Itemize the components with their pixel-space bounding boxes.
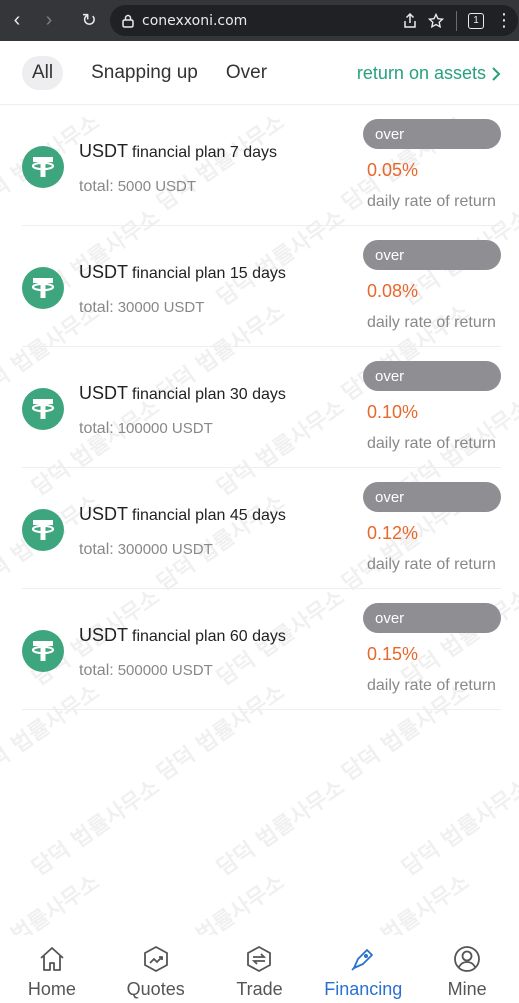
nav-quotes[interactable]: Quotes <box>104 935 208 1003</box>
plan-total-label: total: <box>79 299 114 316</box>
plan-title: USDT financial plan 45 days <box>79 504 286 525</box>
plan-title: USDT financial plan 60 days <box>79 625 286 646</box>
plan-rate-label: daily rate of return <box>367 556 496 573</box>
nav-trade-label: Trade <box>236 979 283 999</box>
plan-rate: 0.12% <box>367 523 419 543</box>
back-icon[interactable]: ‹ <box>0 0 34 41</box>
financing-icon <box>347 943 379 975</box>
nav-mine-label: Mine <box>447 979 487 999</box>
quotes-icon <box>140 943 172 975</box>
watermark-text: 담덕 법률사무소 <box>0 869 105 935</box>
more-menu-icon[interactable]: ⋮ <box>489 0 519 41</box>
nav-trade[interactable]: Trade <box>208 935 312 1003</box>
plan-name: financial plan 15 days <box>132 265 286 282</box>
plan-total-value: 500000 USDT <box>117 662 213 679</box>
plan-total-value: 5000 USDT <box>117 178 197 195</box>
status-badge: over <box>363 603 501 633</box>
plan-coin: USDT <box>79 141 128 161</box>
tether-logo-icon <box>22 267 64 309</box>
plan-coin: USDT <box>79 383 128 403</box>
plan-total-label: total: <box>79 541 114 558</box>
plan-total: total: 300000 USDT <box>79 541 213 559</box>
nav-home-label: Home <box>27 979 76 999</box>
plan-title: USDT financial plan 15 days <box>79 262 286 283</box>
tab-snapping-up[interactable]: Snapping up <box>79 56 210 90</box>
plan-item[interactable]: USDT financial plan 30 days total: 100000 … <box>22 347 501 468</box>
tab-switcher-button[interactable]: 1 <box>463 0 489 41</box>
plan-name: financial plan 45 days <box>132 507 286 524</box>
watermark-text: 담덕 법률사무소 <box>27 774 165 882</box>
tether-logo-icon <box>22 388 64 430</box>
plan-coin: USDT <box>79 262 128 282</box>
plan-coin: USDT <box>79 504 128 524</box>
plan-item[interactable]: USDT financial plan 15 days total: 30000 U… <box>22 226 501 347</box>
plan-rate: 0.08% <box>367 281 419 301</box>
plan-item[interactable]: USDT financial plan 7 days total: 5000 USD… <box>22 105 501 226</box>
reload-icon[interactable]: ↻ <box>72 0 106 41</box>
plan-name: financial plan 60 days <box>132 628 286 645</box>
plan-item[interactable]: USDT financial plan 45 days total: 300000 … <box>22 468 501 589</box>
tab-over[interactable]: Over <box>214 56 279 90</box>
filter-tabs: All Snapping up Over return on assets <box>0 41 519 105</box>
forward-icon[interactable]: › <box>32 0 66 41</box>
plan-list: USDT financial plan 7 days total: 5000 USD… <box>0 105 519 710</box>
plan-rate-label: daily rate of return <box>367 314 496 331</box>
trade-icon <box>243 943 275 975</box>
watermark-text: 담덕 법률사무소 <box>212 774 350 882</box>
plan-total-value: 100000 USDT <box>117 420 213 437</box>
tether-logo-icon <box>22 146 64 188</box>
plan-title: USDT financial plan 30 days <box>79 383 286 404</box>
home-icon <box>36 943 68 975</box>
plan-total: total: 5000 USDT <box>79 178 196 196</box>
status-badge: over <box>363 240 501 270</box>
toolbar-divider <box>449 0 463 41</box>
tether-logo-icon <box>22 630 64 672</box>
status-badge: over <box>363 119 501 149</box>
return-on-assets-link[interactable]: return on assets <box>357 63 501 84</box>
plan-total: total: 30000 USDT <box>79 299 204 317</box>
plan-rate: 0.05% <box>367 160 419 180</box>
watermark-text: 담덕 법률사무소 <box>397 774 519 882</box>
plan-rate-label: daily rate of return <box>367 677 496 694</box>
plan-rate-label: daily rate of return <box>367 193 496 210</box>
share-icon[interactable] <box>397 0 423 41</box>
nav-mine[interactable]: Mine <box>415 935 519 1003</box>
plan-rate: 0.10% <box>367 402 419 422</box>
tether-logo-icon <box>22 509 64 551</box>
plan-name: financial plan 7 days <box>132 144 277 161</box>
nav-financing[interactable]: Financing <box>311 935 415 1003</box>
chevron-right-icon <box>492 66 501 81</box>
user-icon <box>451 943 483 975</box>
bottom-nav: Home Quotes Trade Financing Mine <box>0 935 519 1003</box>
plan-title: USDT financial plan 7 days <box>79 141 277 162</box>
url-text: conexxoni.com <box>142 12 248 29</box>
lock-icon <box>120 13 136 29</box>
nav-quotes-label: Quotes <box>126 979 185 999</box>
plan-name: financial plan 30 days <box>132 386 286 403</box>
browser-toolbar: ‹ › ↻ conexxoni.com 1 ⋮ <box>0 0 519 41</box>
status-badge: over <box>363 361 501 391</box>
return-on-assets-label: return on assets <box>356 63 486 83</box>
plan-total: total: 500000 USDT <box>79 662 213 680</box>
watermark-text: 담덕 법률사무소 <box>337 869 475 935</box>
plan-total-label: total: <box>79 662 114 679</box>
nav-financing-label: Financing <box>324 979 403 999</box>
tab-all[interactable]: All <box>22 55 64 90</box>
nav-home[interactable]: Home <box>0 935 104 1003</box>
plan-total-value: 30000 USDT <box>117 299 205 316</box>
bookmark-star-icon[interactable] <box>423 0 449 41</box>
plan-total-value: 300000 USDT <box>117 541 213 558</box>
plan-item[interactable]: USDT financial plan 60 days total: 500000 … <box>22 589 501 710</box>
plan-total-label: total: <box>79 178 114 195</box>
plan-total: total: 100000 USDT <box>79 420 213 438</box>
plan-coin: USDT <box>79 625 128 645</box>
status-badge: over <box>363 482 501 512</box>
plan-rate-label: daily rate of return <box>367 435 496 452</box>
plan-rate: 0.15% <box>367 644 419 664</box>
watermark-text: 담덕 법률사무소 <box>152 869 290 935</box>
plan-total-label: total: <box>79 420 114 437</box>
